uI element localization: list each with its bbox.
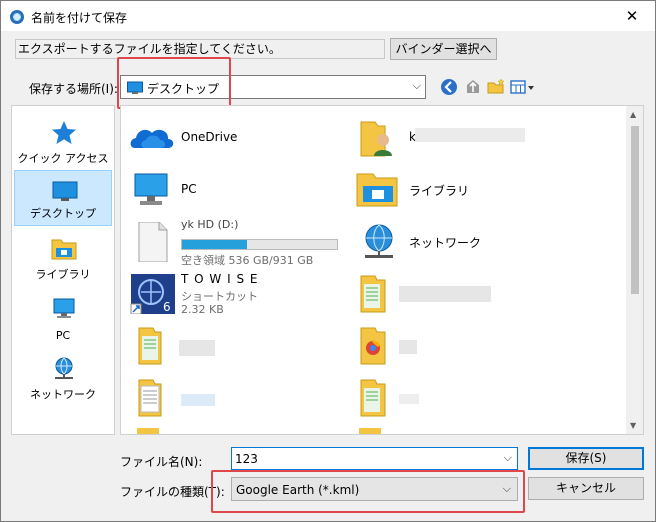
item-size-towise: 2.32 KB (181, 303, 224, 316)
onedrive-icon (130, 129, 174, 148)
chevron-down-icon: ⌵ (412, 79, 421, 92)
chevron-down-icon[interactable]: ⌵ (504, 451, 512, 465)
item-name-towise: T O W I S E (181, 272, 259, 286)
svg-text:6: 6 (163, 300, 171, 314)
save-location-label: 保存する場所(I): (29, 82, 118, 96)
towise-icon: 6 (130, 274, 175, 314)
desktop-icon (127, 81, 143, 94)
nav-label-desktop: デスクトップ (30, 207, 96, 220)
drive-usage-fill (182, 240, 248, 249)
up-folder-icon[interactable] (463, 77, 483, 97)
blurred-name (399, 286, 491, 302)
network-icon (55, 357, 73, 379)
nav-pc[interactable]: PC (14, 290, 112, 346)
nav-label-quick-access: クイック アクセス (17, 152, 109, 165)
pc-icon (53, 298, 75, 318)
vertical-scrollbar[interactable]: ▲ ▼ (626, 106, 643, 434)
nav-desktop[interactable]: デスクトップ (14, 170, 112, 226)
folder-icon (138, 327, 162, 365)
network-icon (365, 224, 393, 258)
scroll-down-icon[interactable]: ▼ (630, 421, 636, 430)
desktop-icon (52, 181, 78, 201)
list-item-pc[interactable]: PC (123, 166, 343, 214)
instruction-text: エクスポートするファイルを指定してください。 (15, 39, 385, 59)
blurred-name (399, 340, 417, 354)
list-item-towise[interactable]: 6 T O W I S E ショートカット 2.32 KB (123, 270, 343, 318)
save-location-value: デスクトップ (147, 82, 220, 96)
folder-icon (360, 379, 386, 417)
list-item-library[interactable]: ライブラリ (351, 166, 571, 214)
folder-icon (359, 428, 381, 434)
nav-label-library: ライブラリ (35, 268, 91, 281)
nav-library[interactable]: ライブラリ (14, 230, 112, 286)
user-folder-icon (360, 121, 392, 157)
folder-icon (360, 275, 386, 313)
list-item[interactable] (351, 270, 571, 318)
star-icon (52, 121, 76, 144)
drive-name: yk HD (D:) (181, 218, 239, 231)
pc-icon (134, 173, 168, 205)
app-icon (10, 10, 24, 24)
list-item[interactable] (123, 374, 343, 422)
file-list: OneDrive k PC ライブラリ yk HD (D:) 空き領域 536 … (120, 105, 644, 435)
view-menu-icon[interactable] (509, 77, 535, 97)
list-item[interactable] (351, 426, 571, 434)
filename-input[interactable] (235, 450, 495, 467)
back-icon[interactable] (439, 77, 459, 97)
list-item[interactable] (351, 374, 571, 422)
nav-quick-access[interactable]: クイック アクセス (14, 114, 112, 170)
binder-select-button[interactable]: バインダー選択へ (390, 38, 497, 60)
cancel-button[interactable]: キャンセル (528, 477, 644, 500)
places-bar: クイック アクセス デスクトップ ライブラリ PC ネットワーク (11, 105, 115, 435)
list-item-network[interactable]: ネットワーク (351, 218, 571, 266)
title-bar: 名前を付けて保存 ✕ (1, 1, 655, 31)
item-name-library: ライブラリ (409, 184, 470, 198)
save-button[interactable]: 保存(S) (528, 447, 644, 470)
blurred-name (179, 340, 215, 356)
list-item-onedrive[interactable]: OneDrive (123, 114, 343, 162)
list-item-drive[interactable]: yk HD (D:) 空き領域 536 GB/931 GB (123, 218, 343, 267)
filetype-select[interactable]: Google Earth (*.kml) ⌵ (231, 477, 518, 501)
scrollbar-thumb[interactable] (631, 126, 639, 294)
blurred-name (415, 128, 525, 142)
window-title: 名前を付けて保存 (31, 11, 128, 25)
list-item[interactable] (123, 426, 343, 434)
folder-icon (360, 327, 386, 365)
item-name-pc: PC (181, 182, 197, 196)
filetype-value: Google Earth (*.kml) (236, 483, 360, 497)
item-name-onedrive: OneDrive (181, 130, 238, 144)
item-name-network: ネットワーク (409, 236, 482, 250)
scroll-up-icon[interactable]: ▲ (630, 110, 636, 119)
new-folder-icon[interactable] (486, 77, 506, 97)
drive-free-text: 空き領域 536 GB/931 GB (181, 254, 314, 267)
filetype-label: ファイルの種類(T): (120, 485, 225, 499)
save-as-dialog: 名前を付けて保存 ✕ エクスポートするファイルを指定してください。 バインダー選… (0, 0, 656, 522)
item-type-towise: ショートカット (181, 290, 258, 303)
nav-network[interactable]: ネットワーク (14, 350, 112, 406)
drive-usage-bar (181, 239, 338, 250)
save-location-combo[interactable]: デスクトップ ⌵ (120, 75, 426, 99)
chevron-down-icon: ⌵ (502, 482, 511, 495)
list-item[interactable] (351, 322, 571, 370)
folder-icon (137, 428, 159, 434)
nav-label-pc: PC (55, 329, 71, 342)
list-item-user-folder[interactable]: k (351, 114, 571, 162)
blurred-name (181, 394, 215, 406)
list-item[interactable] (123, 322, 343, 370)
library-icon (356, 173, 398, 207)
close-button[interactable]: ✕ (609, 1, 655, 31)
document-folder-icon (138, 379, 162, 417)
drive-icon (138, 222, 168, 262)
blurred-name (399, 394, 419, 404)
filename-field[interactable]: ⌵ (231, 447, 518, 470)
library-icon (51, 239, 77, 260)
nav-label-network: ネットワーク (30, 388, 96, 401)
filename-label: ファイル名(N): (120, 455, 203, 469)
